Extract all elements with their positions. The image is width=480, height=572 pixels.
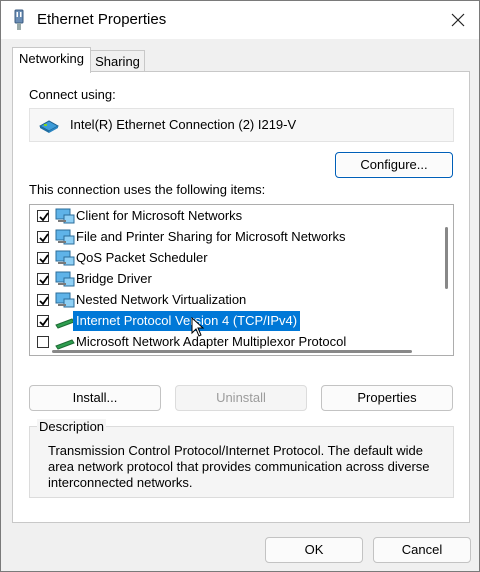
network-service-icon [55, 250, 75, 266]
horizontal-scroll-thumb[interactable] [52, 350, 412, 353]
ok-button[interactable]: OK [265, 537, 363, 563]
vertical-scrollbar[interactable] [442, 205, 453, 355]
list-item[interactable]: QoS Packet Scheduler [30, 248, 440, 269]
description-group: Transmission Control Protocol/Internet P… [29, 426, 454, 498]
network-protocol-icon [55, 271, 75, 287]
protocol-icon [55, 318, 75, 329]
description-legend: Description [37, 419, 107, 434]
item-label: Nested Network Virtualization [76, 292, 247, 307]
close-button[interactable] [437, 1, 479, 39]
adapter-name: Intel(R) Ethernet Connection (2) I219-V [70, 117, 297, 132]
item-label: File and Printer Sharing for Microsoft N… [76, 229, 346, 244]
list-item-selected[interactable]: Internet Protocol Version 4 (TCP/IPv4) [30, 311, 440, 332]
uninstall-button[interactable]: Uninstall [175, 385, 307, 411]
adapter-field: Intel(R) Ethernet Connection (2) I219-V [29, 108, 454, 142]
network-service-icon [55, 229, 75, 245]
network-client-icon [55, 208, 75, 224]
configure-button[interactable]: Configure... [335, 152, 453, 178]
item-label: Client for Microsoft Networks [76, 208, 243, 223]
network-card-icon [39, 120, 59, 133]
item-checkbox[interactable] [37, 294, 49, 306]
list-item[interactable]: Bridge Driver [30, 269, 440, 290]
cancel-button[interactable]: Cancel [373, 537, 471, 563]
list-item[interactable]: Client for Microsoft Networks [30, 206, 440, 227]
items-list[interactable]: Client for Microsoft Networks File and P… [29, 204, 454, 356]
network-protocol-icon [55, 292, 75, 308]
items-label: This connection uses the following items… [29, 182, 266, 197]
vertical-scroll-thumb[interactable] [445, 227, 448, 289]
title-bar: Ethernet Properties [1, 1, 479, 39]
ethernet-properties-dialog: Ethernet Properties Networking Sharing C… [0, 0, 480, 572]
item-label: Bridge Driver [76, 271, 152, 286]
horizontal-scrollbar[interactable] [30, 345, 442, 355]
item-checkbox[interactable] [37, 210, 49, 222]
item-checkbox[interactable] [37, 252, 49, 264]
connect-using-label: Connect using: [29, 87, 116, 102]
list-item[interactable]: Nested Network Virtualization [30, 290, 440, 311]
networking-panel: Connect using: Intel(R) Ethernet Connect… [12, 71, 470, 523]
window-title: Ethernet Properties [37, 11, 167, 28]
close-icon [451, 13, 465, 27]
properties-button[interactable]: Properties [321, 385, 453, 411]
item-checkbox[interactable] [37, 315, 49, 327]
item-label: Internet Protocol Version 4 (TCP/IPv4) [73, 311, 301, 331]
tab-sharing[interactable]: Sharing [91, 50, 145, 72]
item-label: QoS Packet Scheduler [76, 250, 208, 265]
description-text: Transmission Control Protocol/Internet P… [48, 443, 430, 490]
tab-networking[interactable]: Networking [12, 47, 91, 73]
item-checkbox[interactable] [37, 231, 49, 243]
mouse-cursor-icon [191, 317, 205, 337]
list-item[interactable]: File and Printer Sharing for Microsoft N… [30, 227, 440, 248]
install-button[interactable]: Install... [29, 385, 161, 411]
network-adapter-icon [14, 9, 24, 30]
item-checkbox[interactable] [37, 273, 49, 285]
